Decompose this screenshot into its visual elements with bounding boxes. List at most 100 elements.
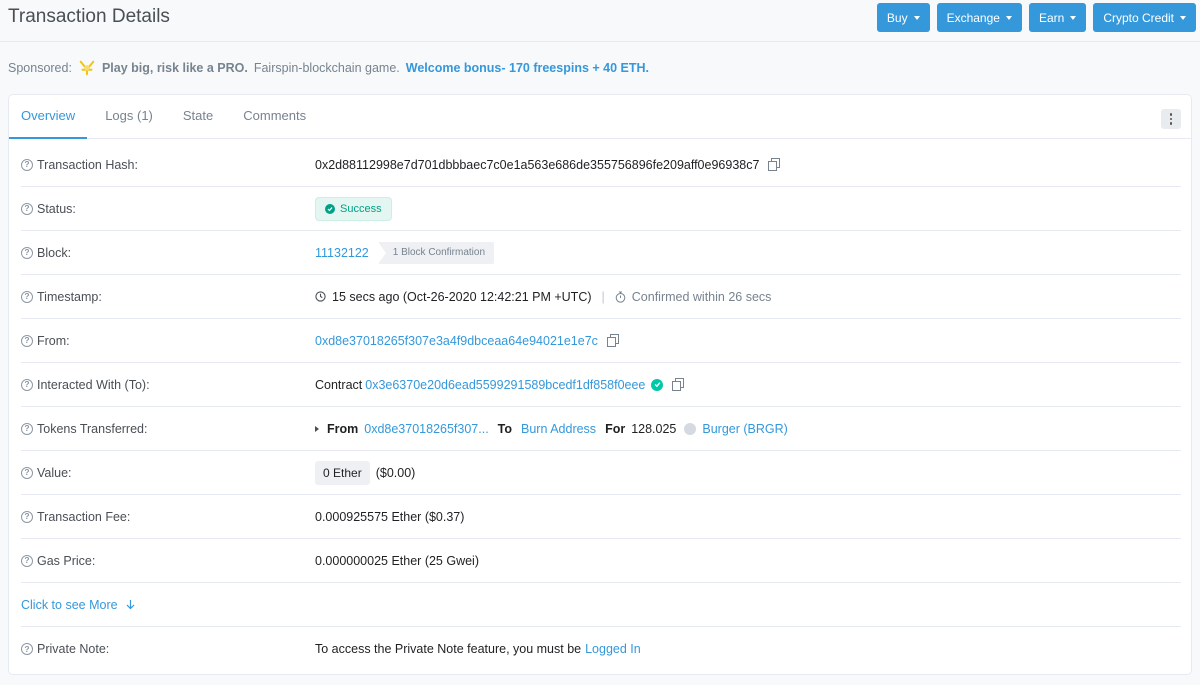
block-confirmation-badge: 1 Block Confirmation [377, 241, 495, 264]
timestamp-label: ? Timestamp: [21, 290, 102, 304]
arrow-down-icon [126, 600, 134, 610]
earn-button-label: Earn [1038, 10, 1065, 25]
question-icon[interactable]: ? [21, 554, 33, 567]
from-label: ? From: [21, 334, 70, 348]
sponsored-banner: Sponsored: Play big, risk like a PRO. Fa… [8, 59, 649, 77]
transaction-card: Overview Logs (1) State Comments ? Trans… [8, 94, 1192, 675]
gas-text: 0.000000025 Ether (25 Gwei) [315, 553, 479, 568]
question-icon[interactable]: ? [21, 643, 33, 655]
tx-hash-label-text: Transaction Hash: [37, 157, 138, 172]
status-label-text: Status: [37, 201, 76, 216]
from-label-text: From: [37, 333, 70, 348]
confirmed-within-text: Confirmed within 26 secs [631, 289, 772, 304]
sponsored-label: Sponsored: [8, 61, 72, 75]
from-address-link[interactable]: 0xd8e37018265f307e3a4f9dbceaa64e94021e1e… [315, 334, 598, 348]
tab-bar: Overview Logs (1) State Comments [9, 95, 1191, 139]
exchange-button[interactable]: Exchange [936, 3, 1022, 32]
timestamp-value: 15 secs ago (Oct-26-2020 12:42:21 PM +UT… [315, 290, 771, 304]
tab-state[interactable]: State [171, 95, 225, 139]
crypto-credit-button[interactable]: Crypto Credit [1093, 3, 1196, 32]
fee-label: ? Transaction Fee: [21, 510, 130, 524]
sponsor-logo-icon [79, 60, 95, 76]
row-private-note: ? Private Note: To access the Private No… [21, 627, 1181, 671]
question-icon[interactable]: ? [21, 202, 33, 215]
tab-overview[interactable]: Overview [9, 95, 88, 139]
see-more-text: Click to see More [21, 597, 118, 612]
tokens-from-label: From [327, 421, 359, 436]
check-circle-icon [325, 203, 335, 214]
question-icon[interactable]: ? [21, 246, 33, 259]
stopwatch-icon [615, 291, 626, 303]
buy-button-label: Buy [886, 10, 908, 25]
row-from: ? From: 0xd8e37018265f307e3a4f9dbceaa64e… [21, 319, 1181, 363]
row-transaction-hash: ? Transaction Hash: 0x2d88112998e7d701db… [21, 143, 1181, 187]
tokens-to-link[interactable]: Burn Address [521, 422, 596, 436]
to-value: Contract 0x3e6370e20d6ead5599291589bcedf… [315, 377, 685, 392]
to-label-text: Interacted With (To): [37, 377, 150, 392]
block-number-link[interactable]: 11132122 [315, 246, 369, 260]
gas-label: ? Gas Price: [21, 554, 95, 568]
value-value: 0 Ether ($0.00) [315, 460, 415, 485]
copy-icon[interactable] [768, 158, 781, 171]
ether-amount-badge: 0 Ether [315, 460, 370, 485]
tokens-from-link[interactable]: 0xd8e37018265f307... [364, 422, 488, 436]
question-icon[interactable]: ? [21, 466, 33, 479]
value-label: ? Value: [21, 466, 72, 480]
login-link[interactable]: Logged In [585, 642, 641, 656]
sponsored-text[interactable]: Fairspin-blockchain game. [254, 61, 400, 75]
more-options-button[interactable] [1161, 109, 1181, 129]
caret-right-icon [315, 425, 319, 432]
page-header: Transaction Details Buy Exchange Earn Cr… [0, 0, 1200, 42]
fee-label-text: Transaction Fee: [37, 509, 131, 524]
timestamp-label-text: Timestamp: [37, 289, 102, 304]
copy-icon[interactable] [606, 334, 619, 347]
contract-address-link[interactable]: 0x3e6370e20d6ead5599291589bcedf1df858f0e… [365, 378, 645, 392]
row-gas-price: ? Gas Price: 0.000000025 Ether (25 Gwei) [21, 539, 1181, 583]
row-see-more: Click to see More [21, 583, 1181, 627]
tokens-value: From 0xd8e37018265f307... To Burn Addres… [315, 422, 788, 436]
timestamp-text: 15 secs ago (Oct-26-2020 12:42:21 PM +UT… [332, 289, 592, 304]
see-more-link[interactable]: Click to see More [21, 598, 135, 612]
note-label: ? Private Note: [21, 642, 109, 656]
buy-button[interactable]: Buy [876, 3, 930, 32]
block-value: 11132122 1 Block Confirmation [315, 241, 495, 264]
value-label-text: Value: [37, 465, 72, 480]
fee-text: 0.000925575 Ether ($0.37) [315, 509, 465, 524]
question-icon[interactable]: ? [21, 290, 33, 303]
earn-button[interactable]: Earn [1028, 3, 1087, 32]
caret-down-icon [1070, 16, 1077, 20]
status-value: Success [315, 196, 392, 221]
row-transaction-fee: ? Transaction Fee: 0.000925575 Ether ($0… [21, 495, 1181, 539]
tokens-for-label: For [605, 421, 626, 436]
tokens-label-text: Tokens Transferred: [37, 421, 148, 436]
question-icon[interactable]: ? [21, 158, 33, 171]
token-icon [684, 422, 697, 435]
status-badge: Success [315, 196, 392, 221]
question-icon[interactable]: ? [21, 422, 33, 435]
more-vertical-icon [1169, 113, 1173, 125]
row-tokens-transferred: ? Tokens Transferred: From 0xd8e37018265… [21, 407, 1181, 451]
status-text: Success [340, 202, 382, 215]
sponsored-headline[interactable]: Play big, risk like a PRO. [102, 61, 248, 75]
question-icon[interactable]: ? [21, 378, 33, 391]
note-label-text: Private Note: [37, 642, 110, 656]
gas-value: 0.000000025 Ether (25 Gwei) [315, 554, 479, 568]
token-name-link[interactable]: Burger (BRGR) [702, 422, 787, 436]
sponsored-promo-link[interactable]: Welcome bonus- 170 freespins + 40 ETH. [406, 61, 649, 75]
exchange-button-label: Exchange [946, 10, 1000, 25]
tokens-amount: 128.025 [631, 421, 677, 436]
contract-prefix: Contract [315, 377, 363, 392]
tokens-label: ? Tokens Transferred: [21, 422, 147, 436]
crypto-credit-button-label: Crypto Credit [1103, 10, 1174, 25]
tx-hash-value: 0x2d88112998e7d701dbbbaec7c0e1a563e686de… [315, 158, 781, 172]
row-block: ? Block: 11132122 1 Block Confirmation [21, 231, 1181, 275]
detail-rows: ? Transaction Hash: 0x2d88112998e7d701db… [21, 143, 1181, 671]
block-label-text: Block: [37, 245, 72, 260]
tab-comments[interactable]: Comments [231, 95, 318, 139]
question-icon[interactable]: ? [21, 510, 33, 523]
fee-value: 0.000925575 Ether ($0.37) [315, 510, 464, 524]
copy-icon[interactable] [672, 378, 685, 391]
tab-logs[interactable]: Logs (1) [93, 95, 165, 139]
question-icon[interactable]: ? [21, 334, 33, 347]
gas-label-text: Gas Price: [37, 553, 96, 568]
